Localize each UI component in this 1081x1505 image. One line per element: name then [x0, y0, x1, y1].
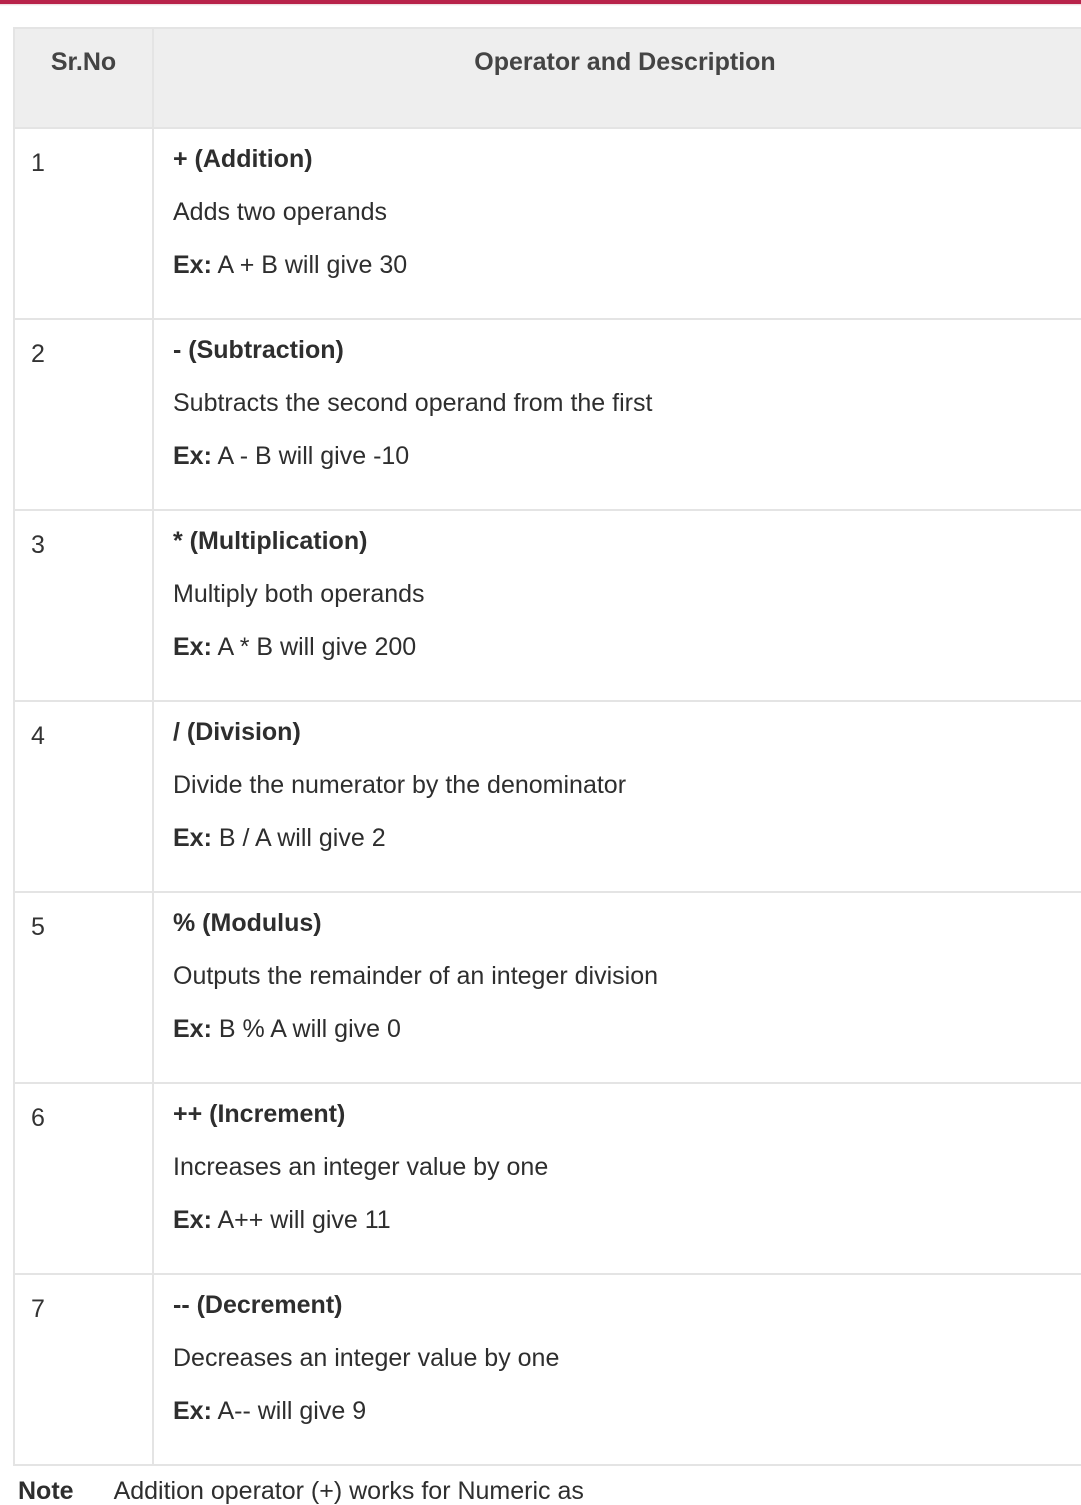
operator-example: Ex: A-- will give 9	[173, 1398, 1081, 1425]
row-number: 7	[13, 1273, 154, 1466]
example-label: Ex:	[173, 633, 212, 661]
operator-name: / (Division)	[173, 718, 301, 746]
row-description-cell: * (Multiplication) Multiply both operand…	[152, 509, 1081, 702]
header-sr-no: Sr.No	[13, 27, 154, 129]
table-row: 5 % (Modulus) Outputs the remainder of a…	[13, 891, 1081, 1084]
operator-example: Ex: A * B will give 200	[173, 634, 1081, 661]
example-text: B / A will give 2	[211, 824, 386, 852]
example-label: Ex:	[173, 251, 212, 279]
row-number: 5	[13, 891, 154, 1084]
table-row: 7 -- (Decrement) Decreases an integer va…	[13, 1273, 1081, 1466]
table-row: 4 / (Division) Divide the numerator by t…	[13, 700, 1081, 893]
table-row: 6 ++ (Increment) Increases an integer va…	[13, 1082, 1081, 1275]
operator-example: Ex: B % A will give 0	[173, 1016, 1081, 1043]
row-description-cell: + (Addition) Adds two operands Ex: A + B…	[152, 127, 1081, 320]
operator-name: -- (Decrement)	[173, 1291, 343, 1319]
example-label: Ex:	[173, 1206, 212, 1234]
operator-description: Divide the numerator by the denominator	[173, 771, 627, 799]
example-text: B % A will give 0	[211, 1015, 401, 1043]
operators-table: Sr.No Operator and Description 1 + (Addi…	[13, 27, 1081, 1466]
example-label: Ex:	[173, 1015, 212, 1043]
operator-example: Ex: A - B will give -10	[173, 443, 1081, 470]
header-operator-description: Operator and Description	[152, 27, 1081, 129]
row-description-cell: ++ (Increment) Increases an integer valu…	[152, 1082, 1081, 1275]
operator-name: % (Modulus)	[173, 909, 322, 937]
row-number: 3	[13, 509, 154, 702]
operator-name: + (Addition)	[173, 145, 313, 173]
operator-description: Increases an integer value by one	[173, 1153, 549, 1181]
row-description-cell: % (Modulus) Outputs the remainder of an …	[152, 891, 1081, 1084]
operator-description: Decreases an integer value by one	[173, 1344, 560, 1372]
note-paragraph: Note Addition operator (+) works for Nume…	[18, 1478, 584, 1505]
row-number: 1	[13, 127, 154, 320]
operator-name: - (Subtraction)	[173, 336, 344, 364]
table-header-row: Sr.No Operator and Description	[13, 27, 1081, 129]
operator-example: Ex: A + B will give 30	[173, 252, 1081, 279]
example-text: A - B will give -10	[211, 442, 410, 470]
example-text: A * B will give 200	[211, 633, 417, 661]
operator-description: Outputs the remainder of an integer divi…	[173, 962, 658, 990]
operator-description: Multiply both operands	[173, 580, 425, 608]
row-number: 6	[13, 1082, 154, 1275]
note-label: Note	[18, 1477, 74, 1505]
row-number: 4	[13, 700, 154, 893]
top-bar-shadow	[0, 4, 1081, 6]
row-description-cell: - (Subtraction) Subtracts the second ope…	[152, 318, 1081, 511]
example-label: Ex:	[173, 442, 212, 470]
note-text: Addition operator (+) works for Numeric …	[113, 1477, 584, 1505]
example-label: Ex:	[173, 824, 212, 852]
operator-description: Adds two operands	[173, 198, 388, 226]
table-body: 1 + (Addition) Adds two operands Ex: A +…	[13, 127, 1081, 1466]
table-row: 1 + (Addition) Adds two operands Ex: A +…	[13, 127, 1081, 320]
example-text: A++ will give 11	[211, 1206, 391, 1234]
operator-description: Subtracts the second operand from the fi…	[173, 389, 653, 417]
operator-example: Ex: A++ will give 11	[173, 1207, 1081, 1234]
example-text: A + B will give 30	[211, 251, 408, 279]
example-text: A-- will give 9	[211, 1397, 367, 1425]
table-row: 2 - (Subtraction) Subtracts the second o…	[13, 318, 1081, 511]
row-description-cell: / (Division) Divide the numerator by the…	[152, 700, 1081, 893]
operator-name: ++ (Increment)	[173, 1100, 346, 1128]
row-number: 2	[13, 318, 154, 511]
example-label: Ex:	[173, 1397, 212, 1425]
operator-name: * (Multiplication)	[173, 527, 368, 555]
row-description-cell: -- (Decrement) Decreases an integer valu…	[152, 1273, 1081, 1466]
operator-example: Ex: B / A will give 2	[173, 825, 1081, 852]
table-row: 3 * (Multiplication) Multiply both opera…	[13, 509, 1081, 702]
